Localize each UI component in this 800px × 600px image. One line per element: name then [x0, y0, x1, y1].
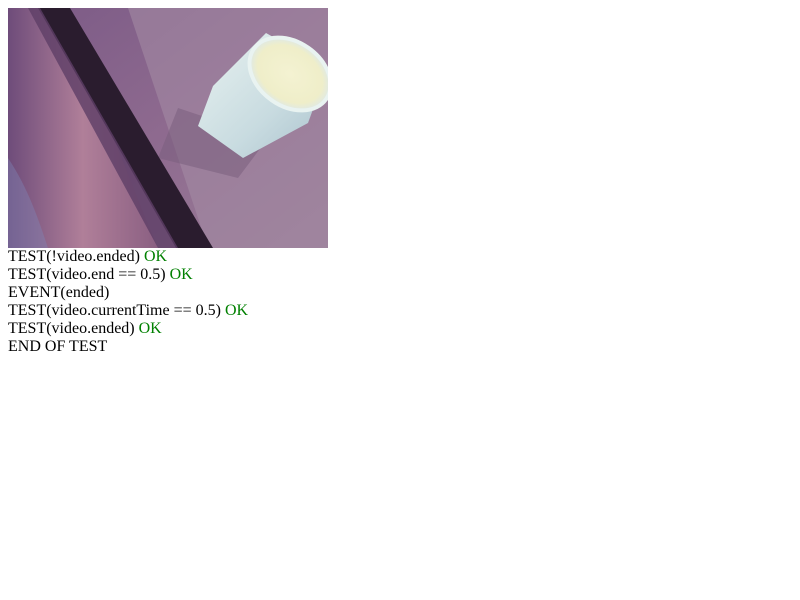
log-line-test-ended: TEST(video.ended) OK [8, 320, 800, 338]
log-line-text: TEST(video.end == 0.5) [8, 266, 170, 283]
log-line-test-end: TEST(video.end == 0.5) OK [8, 266, 800, 284]
test-log: TEST(!video.ended) OK TEST(video.end == … [8, 248, 800, 356]
log-line-test-not-ended: TEST(!video.ended) OK [8, 248, 800, 266]
log-line-text: TEST(video.currentTime == 0.5) [8, 302, 225, 319]
ok-status: OK [224, 302, 249, 319]
log-line-text: TEST(!video.ended) [8, 248, 144, 265]
log-line-end-of-test: END OF TEST [8, 338, 800, 356]
log-line-event-ended: EVENT(ended) [8, 284, 800, 302]
log-line-test-current-time: TEST(video.currentTime == 0.5) OK [8, 302, 800, 320]
page: TEST(!video.ended) OK TEST(video.end == … [0, 0, 800, 356]
video-frame-image [8, 8, 328, 248]
log-line-text: TEST(video.ended) [8, 320, 139, 337]
log-line-text: EVENT(ended) [8, 284, 110, 301]
log-line-text: END OF TEST [8, 338, 108, 355]
ok-status: OK [143, 248, 168, 265]
video-player[interactable] [8, 8, 328, 248]
ok-status: OK [169, 266, 193, 283]
ok-status: OK [138, 320, 162, 337]
